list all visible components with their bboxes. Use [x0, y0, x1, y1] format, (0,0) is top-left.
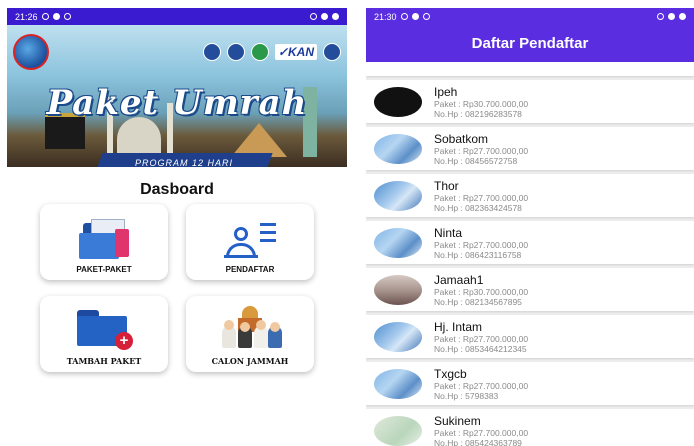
registrant-name: Jamaah1 [434, 272, 484, 287]
avatar [374, 274, 422, 305]
registrant-phone: No.Hp : 0853464212345 [434, 343, 527, 354]
registrant-info: Ninta Paket : Rp27.700.000,00 No.Hp : 0864… [434, 226, 528, 260]
registrant-name: Thor [434, 178, 459, 193]
registrant-phone: No.Hp : 5798383 [434, 390, 499, 401]
user-list-icon [222, 219, 278, 259]
list-item[interactable] [366, 62, 694, 76]
program-text: PROGRAM 12 HARI [134, 158, 234, 167]
app-bar: Daftar Pendaftar [366, 25, 694, 62]
package-documents-icon [79, 219, 129, 259]
registrant-package: Paket : Rp27.700.000,00 [434, 380, 529, 391]
notification-icon [400, 13, 408, 20]
registrant-info: Sobatkom Paket : Rp27.700.000,00 No.Hp : 0… [434, 132, 528, 166]
registrant-info: Hj. Intam Paket : Rp27.700.000,00 No.Hp : … [434, 320, 528, 354]
wifi-icon [310, 13, 317, 20]
avatar [374, 86, 422, 117]
umrah-banner: ✓KAN Paket Umrah PROGRAM 12 HARI [7, 25, 347, 167]
registrant-package: Paket : Rp30.700.000,00 [434, 286, 529, 297]
status-bar: 21:30 [366, 8, 694, 25]
list-item[interactable]: Txgcb Paket : Rp27.700.000,00 No.Hp : 5798… [366, 362, 694, 405]
registrant-package: Paket : Rp30.700.000,00 [434, 98, 529, 109]
list-item[interactable]: Sukinem Paket : Rp27.700.000,00 No.Hp : 08… [366, 409, 694, 446]
registrant-package: Paket : Rp27.700.000,00 [434, 192, 529, 203]
calon-jammah-button[interactable]: CALON JAMMAH [186, 296, 314, 372]
signal-icon [668, 13, 675, 20]
partner-logo [250, 43, 269, 61]
registrant-info: Sukinem Paket : Rp27.700.000,00 No.Hp : 08… [434, 414, 528, 446]
registrant-name: Hj. Intam [434, 319, 483, 334]
pyramid-illustration [231, 123, 287, 157]
notification-icon [63, 13, 71, 20]
notification-icon [411, 13, 419, 20]
registrant-list-screen: 21:30 Daftar Pendaftar Ipeh Paket : Rp30.… [366, 8, 694, 446]
registrant-phone: No.Hp : 085424363789 [434, 437, 522, 446]
avatar [374, 415, 422, 446]
pilgrims-mosque-icon [218, 306, 282, 350]
company-logo [13, 34, 49, 70]
registrant-name: Txgcb [434, 366, 467, 381]
registrant-phone: No.Hp : 082363424578 [434, 202, 522, 213]
menu-label: CALON JAMMAH [211, 356, 289, 366]
registrant-package: Paket : Rp27.700.000,00 [434, 427, 529, 438]
status-time: 21:26 [15, 11, 38, 22]
registrant-info: Thor Paket : Rp27.700.000,00 No.Hp : 08236… [434, 179, 528, 213]
avatar [374, 368, 422, 399]
list-item[interactable]: Ipeh Paket : Rp30.700.000,00 No.Hp : 08219… [366, 80, 694, 123]
battery-icon [679, 13, 686, 20]
status-bar: 21:26 [7, 8, 347, 25]
program-badge: PROGRAM 12 HARI [95, 153, 273, 167]
notification-icon [52, 13, 60, 20]
registrant-info: Jamaah1 Paket : Rp30.700.000,00 No.Hp : 08… [434, 273, 528, 307]
tambah-paket-button[interactable]: + TAMBAH PAKET [40, 296, 168, 372]
registrant-name: Sukinem [434, 413, 481, 428]
list-item[interactable]: Jamaah1 Paket : Rp30.700.000,00 No.Hp : 08… [366, 268, 694, 311]
list-item[interactable]: Ninta Paket : Rp27.700.000,00 No.Hp : 0864… [366, 221, 694, 264]
app-bar-title: Daftar Pendaftar [471, 35, 589, 52]
registrant-name: Ipeh [434, 84, 458, 99]
registrant-info: Ipeh Paket : Rp30.700.000,00 No.Hp : 08219… [434, 85, 528, 119]
avatar [374, 133, 422, 164]
registrant-phone: No.Hp : 086423116758 [434, 249, 522, 260]
registrant-phone: No.Hp : 08456572758 [434, 155, 518, 166]
mosque-illustration [117, 117, 161, 157]
signal-icon [321, 13, 328, 20]
partner-logo [323, 43, 341, 61]
list-item[interactable]: Thor Paket : Rp27.700.000,00 No.Hp : 08236… [366, 174, 694, 217]
avatar [374, 180, 422, 211]
list-item[interactable]: Hj. Intam Paket : Rp27.700.000,00 No.Hp : … [366, 315, 694, 358]
dashboard-screen: 21:26 ✓KAN Paket Umrah PROGRAM 12 HARI D… [7, 8, 347, 446]
partner-logo [226, 43, 245, 61]
status-time: 21:30 [374, 11, 397, 22]
menu-label: PAKET-PAKET [76, 265, 132, 274]
registrant-phone: No.Hp : 082134567895 [434, 296, 522, 307]
registrant-info: Txgcb Paket : Rp27.700.000,00 No.Hp : 5798… [434, 367, 528, 401]
registrant-package: Paket : Rp27.700.000,00 [434, 239, 529, 250]
notification-icon [422, 13, 430, 20]
registrant-package: Paket : Rp27.700.000,00 [434, 333, 529, 344]
partner-logos: ✓KAN [13, 34, 341, 70]
folder-add-icon: + [75, 308, 133, 350]
registrant-phone: No.Hp : 082196283578 [434, 108, 522, 119]
battery-icon [332, 13, 339, 20]
avatar [374, 321, 422, 352]
registrant-list[interactable]: Ipeh Paket : Rp30.700.000,00 No.Hp : 08219… [366, 62, 694, 446]
menu-label: PENDAFTAR [225, 265, 275, 274]
wifi-icon [657, 13, 664, 20]
list-item[interactable]: Sobatkom Paket : Rp27.700.000,00 No.Hp : 0… [366, 127, 694, 170]
partner-logo [202, 43, 221, 61]
page-title: Dasboard [140, 181, 214, 198]
kan-logo: ✓KAN [274, 44, 317, 60]
banner-title: Paket Umrah [46, 83, 308, 123]
pendaftar-button[interactable]: PENDAFTAR [186, 204, 314, 280]
paket-paket-button[interactable]: PAKET-PAKET [40, 204, 168, 280]
notification-icon [41, 13, 49, 20]
menu-label: TAMBAH PAKET [66, 356, 142, 366]
registrant-name: Ninta [434, 225, 463, 240]
registrant-package: Paket : Rp27.700.000,00 [434, 145, 529, 156]
kan-logo-text: KAN [288, 45, 314, 59]
registrant-name: Sobatkom [434, 131, 489, 146]
avatar [374, 227, 422, 258]
